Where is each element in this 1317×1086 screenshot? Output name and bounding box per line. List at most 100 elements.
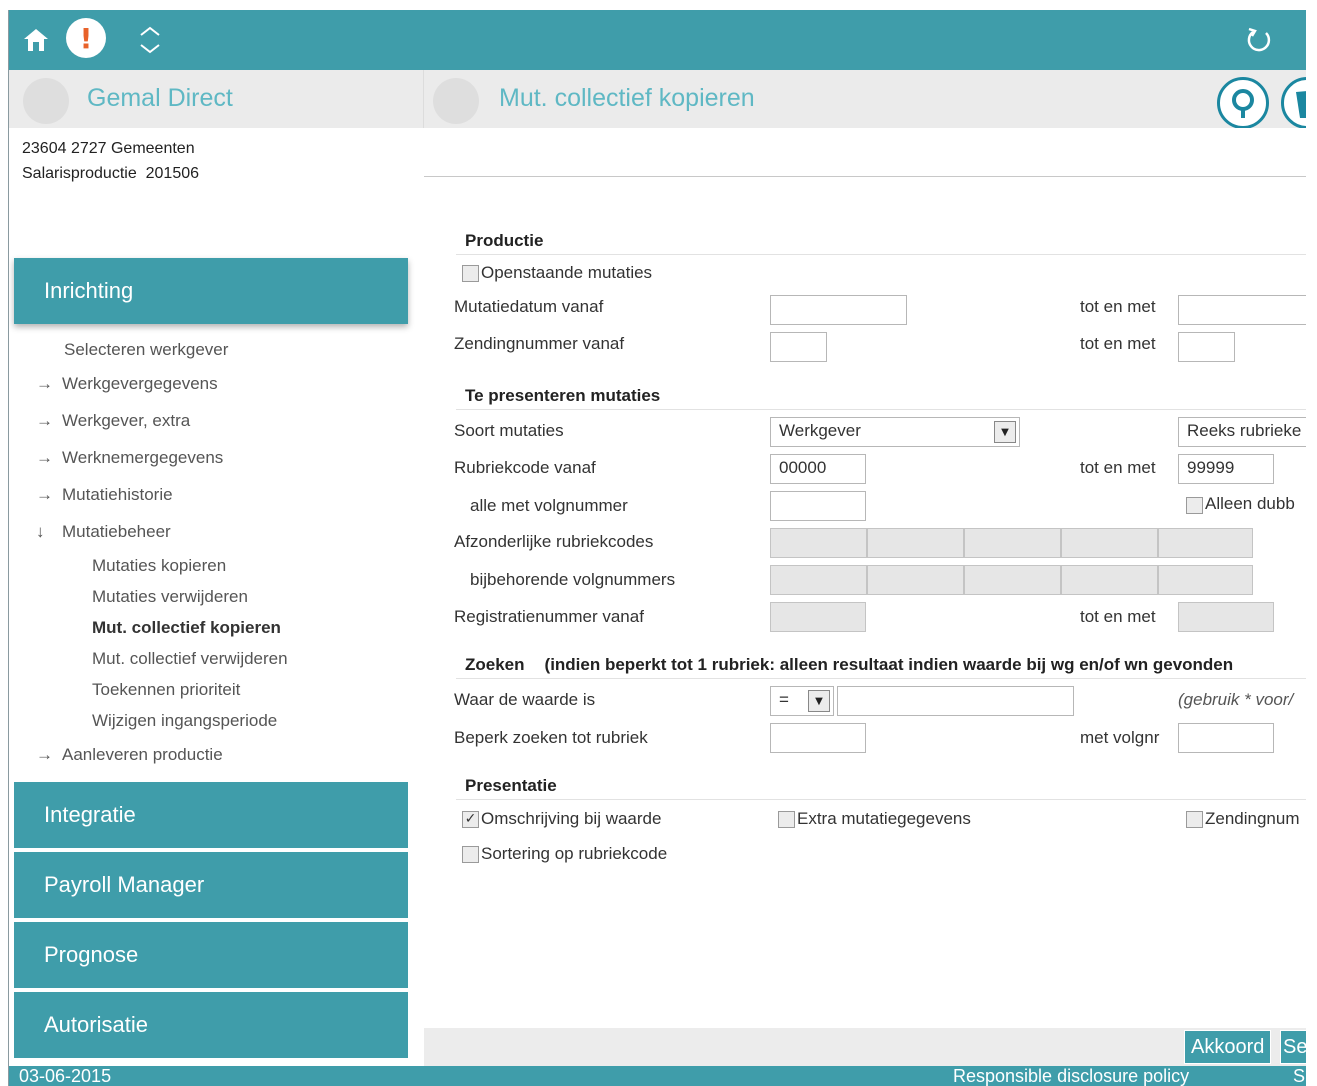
- home-icon[interactable]: [21, 23, 51, 57]
- arrow-right-icon: →: [36, 374, 53, 393]
- sidebar-section-inrichting[interactable]: Inrichting: [14, 258, 408, 324]
- registratienummer-from-input[interactable]: [770, 602, 866, 632]
- waar-waarde-label: Waar de waarde is: [454, 690, 596, 709]
- sidebar-item-mut-collectief-kopieren[interactable]: Mut. collectief kopieren: [92, 618, 281, 638]
- group-heading-productie: Productie: [465, 231, 544, 250]
- responsible-disclosure-link[interactable]: Responsible disclosure policy: [953, 1066, 1189, 1086]
- akkoord-button[interactable]: Akkoord: [1184, 1030, 1272, 1064]
- zendingnummer-from-input[interactable]: [770, 332, 827, 362]
- app-window: ! Gemal Direct Mut. collectief kopieren …: [8, 10, 1306, 1086]
- extra-mutatiegegevens-checkbox[interactable]: [778, 811, 795, 828]
- footer-date: 03-06-2015: [19, 1066, 112, 1086]
- sidebar-item-toekennen-prioriteit[interactable]: Toekennen prioriteit: [92, 680, 240, 700]
- arrow-right-icon: →: [36, 448, 53, 467]
- zendingnummer-to-input[interactable]: [1178, 332, 1235, 362]
- delete-button[interactable]: [1281, 77, 1306, 129]
- beperk-rubriek-input[interactable]: [770, 723, 866, 753]
- omschrijving-label: Omschrijving bij waarde: [481, 809, 662, 828]
- arrow-down-icon: ↓: [36, 522, 45, 541]
- sidebar-item-mutatiebeheer[interactable]: ↓ Mutatiebeheer: [36, 522, 171, 542]
- footer-more-link[interactable]: S: [1293, 1066, 1305, 1086]
- sidebar-item-mut-collectief-verwijderen[interactable]: Mut. collectief verwijderen: [92, 649, 288, 669]
- rubriekcode-field-1[interactable]: [770, 528, 867, 558]
- volgnummer-field-4[interactable]: [1061, 565, 1158, 595]
- extra-mutatiegegevens-label: Extra mutatiegegevens: [797, 809, 971, 828]
- zendingnummer-label: Zendingnummer vanaf: [454, 334, 625, 353]
- rubriekcode-field-4[interactable]: [1061, 528, 1158, 558]
- volgnummer-field-5[interactable]: [1158, 565, 1253, 595]
- second-action-button[interactable]: Se: [1280, 1030, 1306, 1064]
- rubriekcode-field-3[interactable]: [964, 528, 1061, 558]
- openstaande-mutaties-label: Openstaande mutaties: [481, 263, 653, 282]
- sidebar-item-werkgevergegevens[interactable]: → Werkgevergegevens: [36, 374, 218, 394]
- search-icon: [1232, 89, 1254, 118]
- alert-icon[interactable]: !: [65, 18, 107, 58]
- omschrijving-checkbox[interactable]: ✓: [462, 811, 479, 828]
- rubriekcode-field-2[interactable]: [867, 528, 964, 558]
- registratienummer-tot-label: tot en met: [1080, 607, 1156, 626]
- top-toolbar: !: [9, 10, 1306, 70]
- met-volgnr-label: met volgnr: [1080, 728, 1160, 747]
- refresh-icon[interactable]: [1242, 23, 1276, 57]
- dropdown-arrow-icon[interactable]: ▼: [808, 690, 830, 712]
- rubriekcode-field-5[interactable]: [1158, 528, 1253, 558]
- page-logo-icon: [433, 78, 479, 124]
- sidebar-item-werkgever-extra[interactable]: → Werkgever, extra: [36, 411, 190, 431]
- action-bar: Akkoord Se: [424, 1028, 1306, 1066]
- zendingnummer-checkbox[interactable]: [1186, 811, 1203, 828]
- bijbehorende-label: bijbehorende volgnummers: [470, 570, 676, 589]
- sidebar-item-mutaties-kopieren[interactable]: Mutaties kopieren: [92, 556, 226, 576]
- openstaande-mutaties-checkbox[interactable]: [462, 265, 479, 282]
- volgnummer-input[interactable]: [770, 491, 866, 521]
- sidebar-item-wijzigen-ingangsperiode[interactable]: Wijzigen ingangsperiode: [92, 711, 277, 731]
- sidebar: 23604 2727 Gemeenten Salarisproductie 20…: [9, 128, 423, 1066]
- gemal-logo-icon: [23, 78, 69, 124]
- sortering-checkbox[interactable]: [462, 846, 479, 863]
- rubriekcode-from-input[interactable]: 00000: [770, 454, 866, 484]
- volgnummer-field-2[interactable]: [867, 565, 964, 595]
- trash-icon: [1296, 91, 1306, 118]
- waarde-input[interactable]: [837, 686, 1074, 716]
- alleen-dubbel-label: Alleen dubb: [1205, 494, 1295, 513]
- met-volgnr-input[interactable]: [1178, 723, 1274, 753]
- sidebar-item-werknemergegevens[interactable]: → Werknemergegevens: [36, 448, 223, 468]
- dropdown-arrow-icon[interactable]: ▼: [994, 421, 1016, 443]
- expand-icon[interactable]: [135, 23, 165, 57]
- rubriekcode-label: Rubriekcode vanaf: [454, 458, 596, 477]
- mutatiedatum-label: Mutatiedatum vanaf: [454, 297, 604, 316]
- volgnummer-field-1[interactable]: [770, 565, 867, 595]
- sidebar-section-payroll-manager[interactable]: Payroll Manager: [14, 852, 408, 918]
- alleen-dubbel-checkbox[interactable]: [1186, 497, 1203, 514]
- sidebar-item-mutaties-verwijderen[interactable]: Mutaties verwijderen: [92, 587, 248, 607]
- beperk-zoeken-label: Beperk zoeken tot rubriek: [454, 728, 648, 747]
- arrow-right-icon: →: [36, 745, 53, 764]
- soort-mutaties-select[interactable]: Werkgever: [770, 417, 1020, 447]
- afzonderlijke-label: Afzonderlijke rubriekcodes: [454, 532, 654, 551]
- zoeken-hint: (gebruik * voor/: [1178, 690, 1294, 709]
- sidebar-section-autorisatie[interactable]: Autorisatie: [14, 992, 408, 1058]
- soort-mutaties-value: Werkgever: [779, 421, 861, 440]
- arrow-right-icon: →: [36, 411, 53, 430]
- sidebar-section-prognose[interactable]: Prognose: [14, 922, 408, 988]
- mutatiedatum-tot-label: tot en met: [1080, 297, 1156, 316]
- app-title: Gemal Direct: [87, 84, 233, 112]
- soort-mutaties-label: Soort mutaties: [454, 421, 564, 440]
- reeks-rubrieken-select[interactable]: Reeks rubrieke: [1178, 417, 1306, 447]
- sidebar-section-integratie[interactable]: Integratie: [14, 782, 408, 848]
- page-title: Mut. collectief kopieren: [499, 84, 755, 112]
- header-bar: Gemal Direct Mut. collectief kopieren: [9, 70, 1306, 129]
- mutatiedatum-from-input[interactable]: [770, 295, 907, 325]
- registratienummer-label: Registratienummer vanaf: [454, 607, 644, 626]
- registratienummer-to-input[interactable]: [1178, 602, 1274, 632]
- group-heading-presentatie: Presentatie: [465, 776, 557, 795]
- arrow-right-icon: →: [36, 485, 53, 504]
- company-info: 23604 2727 Gemeenten Salarisproductie 20…: [22, 136, 199, 186]
- mutatiedatum-to-input[interactable]: [1178, 295, 1306, 325]
- rubriekcode-to-input[interactable]: 99999: [1178, 454, 1274, 484]
- sidebar-item-selecteren-werkgever[interactable]: Selecteren werkgever: [64, 340, 228, 360]
- sidebar-item-aanleveren-productie[interactable]: → Aanleveren productie: [36, 745, 223, 765]
- group-heading-zoeken: Zoeken (indien beperkt tot 1 rubriek: all…: [465, 655, 1234, 674]
- volgnummer-field-3[interactable]: [964, 565, 1061, 595]
- search-button[interactable]: [1217, 77, 1269, 129]
- sidebar-item-mutatiehistorie[interactable]: → Mutatiehistorie: [36, 485, 173, 505]
